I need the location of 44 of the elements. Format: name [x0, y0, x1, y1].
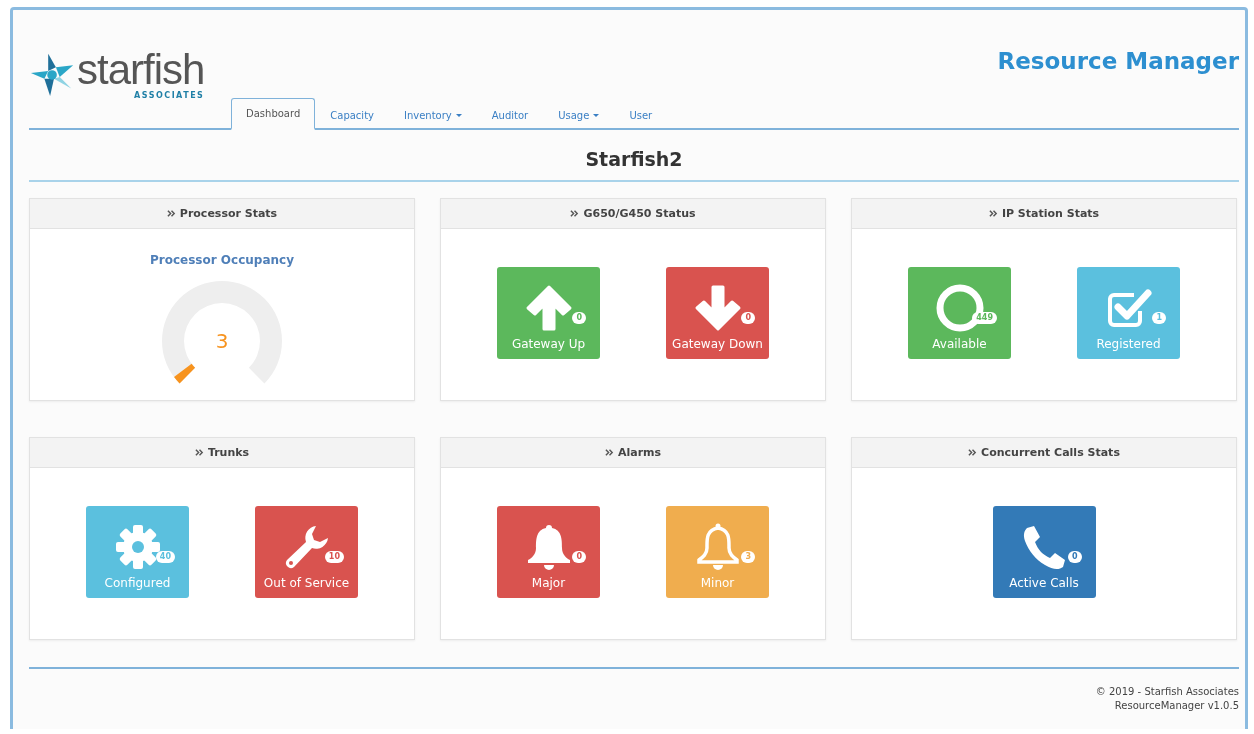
count-badge: 0	[1067, 551, 1082, 563]
stat-tile[interactable]: 449 Available	[908, 267, 1011, 359]
stat-tile[interactable]: 0 Gateway Down	[666, 267, 769, 359]
stat-tile[interactable]: 1 Registered	[1077, 267, 1180, 359]
page-title: Starfish2	[29, 130, 1239, 182]
gauge-fill	[174, 363, 196, 384]
panel-title: Alarms	[617, 446, 662, 459]
stat-tile[interactable]: 0 Active Calls	[992, 506, 1096, 598]
chevron-icon	[194, 448, 204, 457]
stat-tile[interactable]: 0 Gateway Up	[497, 267, 600, 359]
nav-tab[interactable]: Dashboard	[231, 98, 316, 130]
count-badge: 3	[741, 551, 755, 563]
panel-title: Trunks	[207, 446, 250, 459]
nav-tab[interactable]: Auditor	[476, 100, 544, 130]
chevron-icon	[604, 448, 614, 457]
chevron-icon	[968, 448, 978, 457]
chevron-icon	[166, 209, 176, 218]
gauge-label: Processor Occupancy	[150, 253, 294, 267]
nav-tab[interactable]: User	[614, 100, 668, 130]
copyright-text: © 2019 - Starfish Associates	[1095, 685, 1239, 697]
stat-tile[interactable]: 10 Out of Service	[255, 506, 358, 598]
count-badge: 10	[324, 551, 344, 563]
count-badge: 449	[972, 312, 997, 324]
count-badge: 0	[572, 551, 586, 563]
count-badge: 1	[1152, 312, 1166, 324]
chevron-icon	[570, 209, 580, 218]
stat-tile[interactable]: 0 Major	[497, 506, 600, 598]
nav-tab[interactable]: Usage	[543, 100, 615, 130]
gauge-value: 3	[215, 329, 229, 353]
chevron-icon	[988, 209, 998, 218]
app-title: Resource Manager	[997, 48, 1239, 74]
panel-title: G650/G450 Status	[583, 207, 696, 220]
count-badge: 0	[572, 312, 586, 324]
count-badge: 40	[155, 551, 175, 563]
version-text: ResourceManager v1.0.5	[1114, 699, 1239, 711]
nav-tab[interactable]: Inventory	[388, 100, 477, 130]
panel-title: Processor Stats	[179, 207, 278, 220]
logo-tagline: ASSOCIATES	[134, 90, 205, 100]
nav-tab[interactable]: Capacity	[315, 100, 389, 130]
count-badge: 0	[741, 312, 755, 324]
panel-title: Concurrent Calls Stats	[981, 446, 1120, 459]
stat-tile[interactable]: 40 Configured	[86, 506, 189, 598]
panel-title: IP Station Stats	[1001, 207, 1100, 220]
logo-wordmark: starfish	[77, 48, 205, 91]
